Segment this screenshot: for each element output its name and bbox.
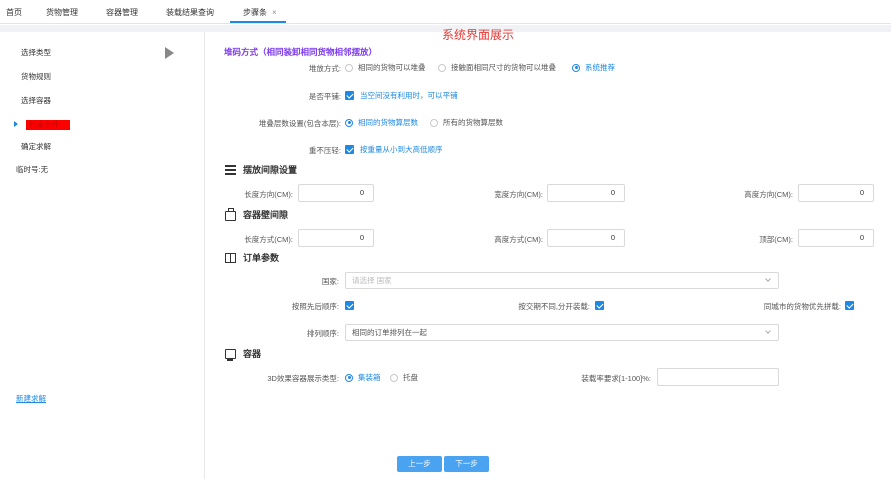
radio-same-goods-layers[interactable]: 相同的货物算层数 <box>345 117 418 128</box>
wall-top-label: 顶部(CM): <box>759 235 793 244</box>
temp-number: 临时号:无 <box>16 165 49 174</box>
current-step-icon <box>14 121 18 127</box>
top-tab-bar: 首页 货物管理 容器管理 装载结果查询 步骤条 × <box>0 0 891 24</box>
radio-same-goods-stack[interactable]: 相同的货物可以堆叠 <box>345 62 426 73</box>
package-icon <box>225 207 236 221</box>
next-step-button[interactable]: 下一步 <box>444 456 489 472</box>
step-constraints-current[interactable]: 约束条件 <box>26 120 70 130</box>
container-type-label: 3D效果容器展示类型: <box>267 374 339 383</box>
wall-top-input[interactable]: 0 <box>798 229 874 247</box>
layers-label: 堆叠层数设置(包含本层): <box>258 119 341 128</box>
gap-width-input[interactable]: 0 <box>547 184 625 202</box>
gap-section-title: 摆放间隙设置 <box>225 163 297 176</box>
country-label: 国家: <box>321 277 339 286</box>
prev-step-button[interactable]: 上一步 <box>397 456 442 472</box>
stacking-method-label: 堆放方式: <box>308 64 341 73</box>
step-select-type[interactable]: 选择类型 <box>21 47 51 58</box>
checkbox-checked-icon <box>345 145 354 154</box>
wall-height-input[interactable]: 0 <box>547 229 625 247</box>
heavy-label: 重不压轻: <box>308 146 341 155</box>
sequence-checkbox[interactable] <box>345 301 354 310</box>
tab-loading-results[interactable]: 装载结果查询 <box>166 7 214 18</box>
radio-icon <box>430 118 438 127</box>
main-panel: 堆码方式（相同装卸相同货物相邻摆放） 堆放方式: 相同的货物可以堆叠 接触面相同… <box>205 32 891 479</box>
gap-length-input[interactable]: 0 <box>298 184 374 202</box>
sequence-label: 按照先后顺序: <box>291 302 339 311</box>
gap-height-input[interactable]: 0 <box>798 184 874 202</box>
wall-height-label: 高度方式(CM): <box>494 235 543 244</box>
chevron-down-icon <box>765 328 771 334</box>
wall-length-input[interactable]: 0 <box>298 229 374 247</box>
radio-shipping-container[interactable]: 集装箱 <box>345 372 381 383</box>
city-label: 同城市的货物优先拼载: <box>763 302 841 311</box>
wall-section-title: 容器壁间隙 <box>225 207 288 221</box>
radio-icon <box>345 373 353 382</box>
wall-length-label: 长度方式(CM): <box>244 235 293 244</box>
container-section-title: 容器 <box>225 347 261 361</box>
step-goods-rules[interactable]: 货物规则 <box>21 71 51 82</box>
new-solve-link[interactable]: 新建求解 <box>16 393 46 404</box>
stacking-section-title: 堆码方式（相同装卸相同货物相邻摆放） <box>224 47 378 57</box>
radio-system-recommend[interactable]: 系统推荐 <box>572 62 615 73</box>
step-confirm-solve[interactable]: 确定求解 <box>21 141 51 152</box>
checkbox-heavy[interactable]: 按重量从小到大高低顺序 <box>345 144 443 155</box>
checkbox-checked-icon <box>345 91 354 100</box>
list-icon <box>225 164 236 175</box>
tab-goods-management[interactable]: 货物管理 <box>46 7 78 18</box>
close-icon[interactable]: × <box>272 8 277 17</box>
gap-width-label: 宽度方向(CM): <box>494 190 543 199</box>
checkbox-level[interactable]: 当空间没有利用时，可以平铺 <box>345 90 458 101</box>
active-tab-indicator <box>230 21 286 23</box>
radio-icon <box>345 118 353 127</box>
radio-icon <box>438 63 446 72</box>
radio-all-goods-layers[interactable]: 所有的货物算层数 <box>430 117 503 128</box>
truck-icon <box>225 348 236 361</box>
arrange-label: 排列顺序: <box>306 329 339 338</box>
radio-icon <box>345 63 353 72</box>
delivery-checkbox[interactable] <box>595 301 604 310</box>
loading-rate-input[interactable] <box>657 368 779 386</box>
radio-icon <box>572 63 580 72</box>
play-icon[interactable] <box>165 47 174 59</box>
gap-height-label: 高度方向(CM): <box>744 190 793 199</box>
city-checkbox[interactable] <box>845 301 854 310</box>
tab-steps-label: 步骤条 <box>243 8 267 17</box>
tab-steps[interactable]: 步骤条 × <box>243 7 277 18</box>
level-label: 是否平铺: <box>308 92 341 101</box>
tab-home[interactable]: 首页 <box>6 7 22 18</box>
gap-length-label: 长度方向(CM): <box>244 190 293 199</box>
radio-same-surface-stack[interactable]: 接触面相同尺寸的货物可以堆叠 <box>438 62 556 73</box>
chevron-down-icon <box>765 276 771 282</box>
order-section-title: 订单参数 <box>225 251 279 264</box>
arrange-select[interactable]: 相同的订单排列在一起 <box>345 324 779 341</box>
steps-sidebar: 选择类型 货物规则 选择容器 约束条件 确定求解 临时号:无 新建求解 <box>0 32 205 479</box>
country-select[interactable]: 请选择 国家 <box>345 272 779 289</box>
tab-container-management[interactable]: 容器管理 <box>106 7 138 18</box>
step-select-container[interactable]: 选择容器 <box>21 95 51 106</box>
delivery-label: 按交期不同,分开装载: <box>518 302 590 311</box>
book-icon <box>225 252 236 263</box>
loading-rate-label: 装载率要求[1-100]%: <box>581 374 651 383</box>
radio-icon <box>390 373 398 382</box>
radio-pallet[interactable]: 托盘 <box>390 372 418 383</box>
